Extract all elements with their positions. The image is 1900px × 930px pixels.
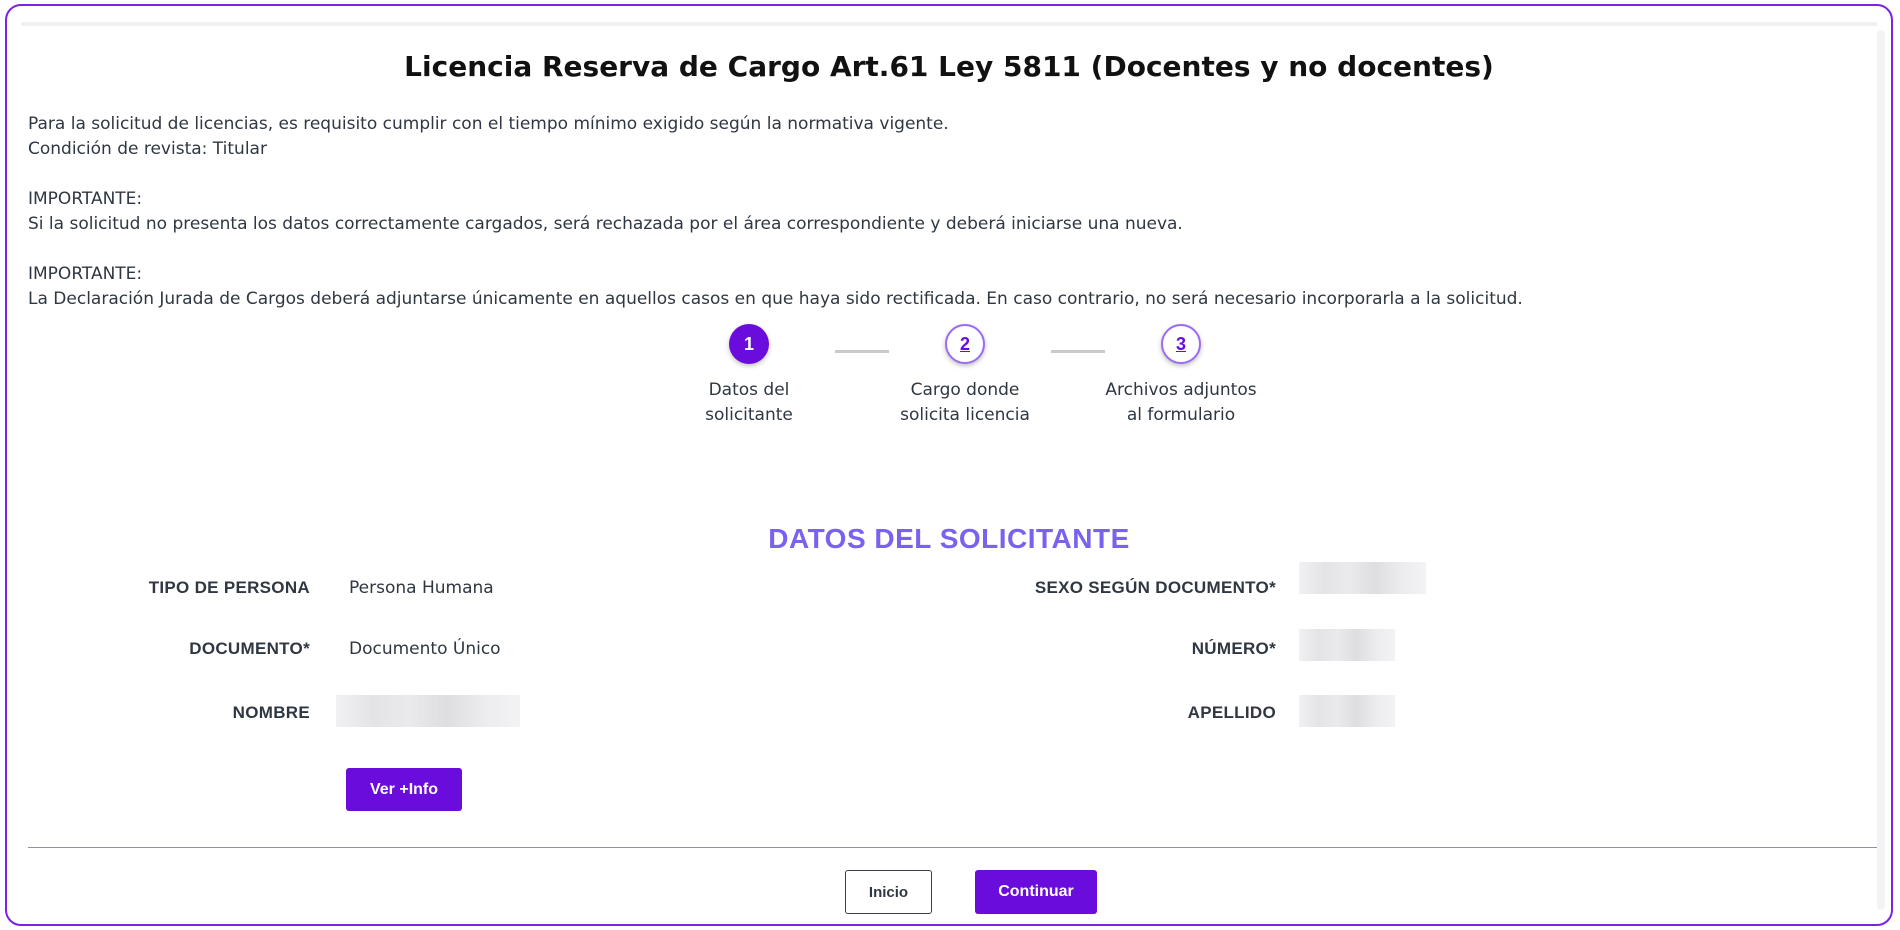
step-1-label: Datos del solicitante — [705, 380, 793, 425]
nombre-value-redacted — [336, 695, 520, 727]
section-title: DATOS DEL SOLICITANTE — [768, 523, 1130, 554]
tipo-persona-label: TIPO DE PERSONA — [148, 578, 310, 597]
sexo-value-redacted — [1299, 562, 1426, 594]
apellido-value-redacted — [1299, 695, 1395, 727]
numero-value-redacted — [1299, 629, 1395, 661]
top-bar — [21, 22, 1877, 26]
step-2[interactable]: 2 Cargo donde solicita licencia — [875, 324, 1055, 428]
step-1-indicator[interactable]: 1 — [729, 324, 769, 364]
scrollbar[interactable] — [1877, 30, 1885, 910]
ver-mas-info-button[interactable]: Ver +Info — [346, 768, 462, 811]
continuar-button[interactable]: Continuar — [975, 870, 1097, 914]
intro-line: IMPORTANTE: — [28, 264, 143, 284]
intro-line: IMPORTANTE: — [28, 189, 143, 209]
documento-label: DOCUMENTO* — [189, 639, 310, 658]
documento-value: Documento Único — [349, 639, 501, 659]
app-frame: Licencia Reserva de Cargo Art.61 Ley 581… — [5, 4, 1893, 926]
inicio-button[interactable]: Inicio — [845, 870, 932, 914]
intro-line: Condición de revista: Titular — [28, 139, 267, 159]
intro-line: Si la solicitud no presenta los datos co… — [28, 214, 1183, 234]
tipo-persona-value: Persona Humana — [349, 578, 494, 598]
page-title: Licencia Reserva de Cargo Art.61 Ley 581… — [404, 50, 1494, 83]
intro-line: Para la solicitud de licencias, es requi… — [28, 114, 949, 134]
sexo-label: SEXO SEGÚN DOCUMENTO* — [1034, 578, 1276, 597]
step-2-label: Cargo donde solicita licencia — [900, 380, 1030, 425]
step-3[interactable]: 3 Archivos adjuntos al formulario — [1091, 324, 1271, 428]
footer-divider — [28, 847, 1877, 848]
step-3-label: Archivos adjuntos al formulario — [1105, 380, 1257, 425]
nombre-label: NOMBRE — [232, 703, 310, 722]
numero-label: NÚMERO* — [1191, 639, 1276, 658]
step-1[interactable]: 1 Datos del solicitante — [659, 324, 839, 428]
apellido-label: APELLIDO — [1187, 703, 1276, 722]
intro-text: Para la solicitud de licencias, es requi… — [28, 112, 1523, 312]
intro-line: La Declaración Jurada de Cargos deberá a… — [28, 289, 1523, 309]
step-2-indicator[interactable]: 2 — [945, 324, 985, 364]
step-3-indicator[interactable]: 3 — [1161, 324, 1201, 364]
